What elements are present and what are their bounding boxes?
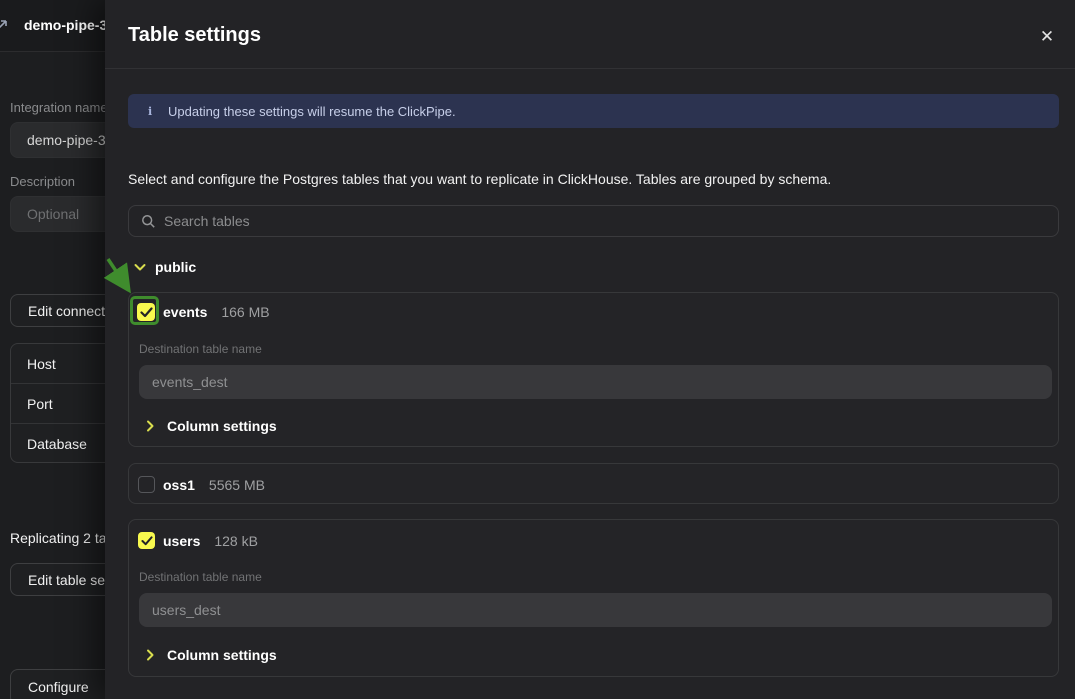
destination-table-label: Destination table name xyxy=(139,342,262,356)
table-size: 5565 MB xyxy=(209,477,265,493)
schema-name: public xyxy=(155,259,196,275)
close-icon[interactable]: ✕ xyxy=(1035,25,1059,49)
table-name: events xyxy=(163,304,207,320)
column-settings-label: Column settings xyxy=(167,418,277,434)
description-label: Description xyxy=(10,174,75,189)
table-settings-modal: Table settings ✕ i Updating these settin… xyxy=(105,0,1075,699)
schema-group-public[interactable]: public xyxy=(134,259,196,275)
table-card-events: events 166 MB Destination table name Col… xyxy=(128,292,1059,447)
check-icon xyxy=(140,307,153,318)
table-row: events 166 MB xyxy=(137,303,1058,321)
info-banner: i Updating these settings will resume th… xyxy=(128,94,1059,128)
modal-title: Table settings xyxy=(128,24,261,47)
destination-table-input[interactable] xyxy=(139,593,1052,627)
destination-table-input[interactable] xyxy=(139,365,1052,399)
check-icon xyxy=(141,536,153,546)
users-checkbox[interactable] xyxy=(138,532,155,549)
pipe-icon xyxy=(0,19,9,33)
search-input[interactable] xyxy=(164,213,1024,229)
table-name: users xyxy=(163,533,200,549)
integration-name-label: Integration name xyxy=(10,100,108,115)
column-settings-label: Column settings xyxy=(167,647,277,663)
table-size: 128 kB xyxy=(214,533,258,549)
modal-header-divider xyxy=(105,68,1075,69)
info-banner-text: Updating these settings will resume the … xyxy=(168,104,456,119)
column-settings-toggle[interactable]: Column settings xyxy=(146,647,277,663)
modal-description: Select and configure the Postgres tables… xyxy=(128,171,831,187)
table-row: oss1 5565 MB xyxy=(138,476,1058,493)
search-icon xyxy=(141,214,156,229)
destination-table-label: Destination table name xyxy=(139,570,262,584)
search-box[interactable] xyxy=(128,205,1059,237)
chevron-right-icon xyxy=(146,649,155,661)
table-name: oss1 xyxy=(163,477,195,493)
events-checkbox[interactable] xyxy=(137,303,155,321)
column-settings-toggle[interactable]: Column settings xyxy=(146,418,277,434)
page-title: demo-pipe-3 xyxy=(24,17,107,33)
table-card-users: users 128 kB Destination table name Colu… xyxy=(128,519,1059,677)
table-row: users 128 kB xyxy=(138,532,1058,549)
oss1-checkbox[interactable] xyxy=(138,476,155,493)
chevron-right-icon xyxy=(146,420,155,432)
chevron-down-icon xyxy=(134,263,146,272)
info-icon: i xyxy=(148,105,168,118)
table-size: 166 MB xyxy=(221,304,269,320)
table-card-oss1: oss1 5565 MB xyxy=(128,463,1059,504)
